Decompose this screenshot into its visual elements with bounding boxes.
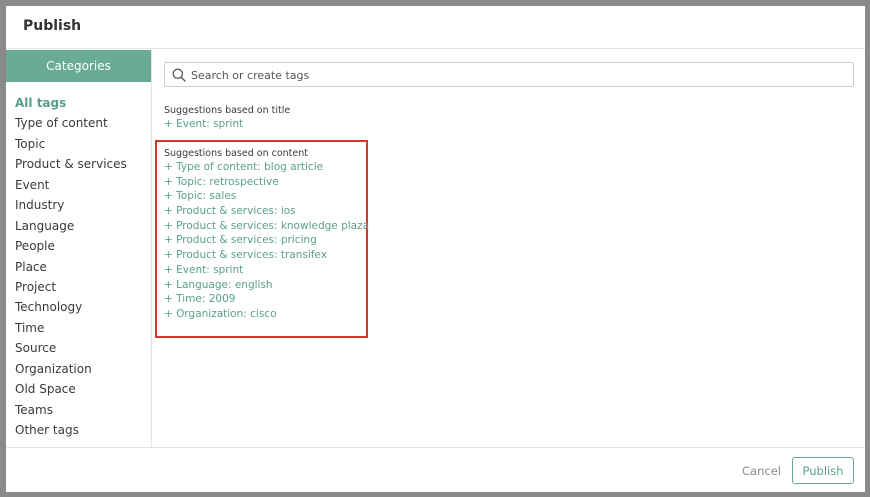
suggested-tag[interactable]: + Time: 2009	[164, 292, 366, 307]
category-all-tags[interactable]: All tags	[6, 93, 151, 113]
content-suggestions-heading: Suggestions based on content	[164, 148, 308, 159]
publish-dialog: Publish Categories All tags Type of cont…	[6, 6, 865, 492]
search-icon	[172, 68, 186, 82]
suggested-tag[interactable]: + Event: sprint	[164, 117, 290, 132]
suggested-tag[interactable]: + Event: sprint	[164, 263, 366, 278]
title-suggestions: Suggestions based on title + Event: spri…	[164, 105, 290, 132]
category-old-space[interactable]: Old Space	[6, 379, 151, 399]
category-teams[interactable]: Teams	[6, 400, 151, 420]
content-suggestions: Suggestions based on content + Type of c…	[155, 140, 369, 338]
dialog-title: Publish	[23, 18, 82, 34]
suggested-tag[interactable]: + Product & services: pricing	[164, 233, 366, 248]
category-technology[interactable]: Technology	[6, 297, 151, 317]
categories-sidebar: Categories All tags Type of content Topi…	[6, 50, 152, 447]
category-organization[interactable]: Organization	[6, 359, 151, 379]
suggested-tag[interactable]: + Product & services: knowledge plaza	[164, 219, 369, 234]
category-list: All tags Type of content Topic Product &…	[6, 82, 151, 440]
category-time[interactable]: Time	[6, 318, 151, 338]
dialog-header: Publish	[6, 6, 865, 49]
suggested-tag[interactable]: + Organization: cisco	[164, 307, 366, 322]
category-place[interactable]: Place	[6, 257, 151, 277]
suggested-tag[interactable]: + Product & services: ios	[164, 204, 366, 219]
category-topic[interactable]: Topic	[6, 134, 151, 154]
search-box[interactable]	[164, 62, 854, 87]
category-industry[interactable]: Industry	[6, 195, 151, 215]
suggested-tag[interactable]: + Product & services: transifex	[164, 248, 366, 263]
tags-panel: Suggestions based on title + Event: spri…	[153, 50, 865, 447]
suggested-tag[interactable]: + Language: english	[164, 278, 366, 293]
categories-header: Categories	[6, 50, 151, 82]
cancel-button[interactable]: Cancel	[742, 464, 781, 478]
suggested-tag[interactable]: + Topic: retrospective	[164, 175, 366, 190]
category-product-services[interactable]: Product & services	[6, 154, 151, 174]
category-other-tags[interactable]: Other tags	[6, 420, 151, 440]
suggested-tag[interactable]: + Type of content: blog article	[164, 160, 366, 175]
category-project[interactable]: Project	[6, 277, 151, 297]
category-event[interactable]: Event	[6, 175, 151, 195]
content-suggestions-list: + Type of content: blog article + Topic:…	[164, 160, 369, 322]
category-language[interactable]: Language	[6, 216, 151, 236]
publish-button[interactable]: Publish	[792, 457, 854, 484]
suggested-tag[interactable]: + Topic: sales	[164, 189, 366, 204]
search-input[interactable]	[191, 66, 841, 84]
dialog-footer: Cancel Publish	[6, 447, 865, 492]
title-suggestions-list: + Event: sprint	[164, 117, 290, 132]
category-type-of-content[interactable]: Type of content	[6, 113, 151, 133]
category-source[interactable]: Source	[6, 338, 151, 358]
category-people[interactable]: People	[6, 236, 151, 256]
title-suggestions-heading: Suggestions based on title	[164, 105, 291, 116]
